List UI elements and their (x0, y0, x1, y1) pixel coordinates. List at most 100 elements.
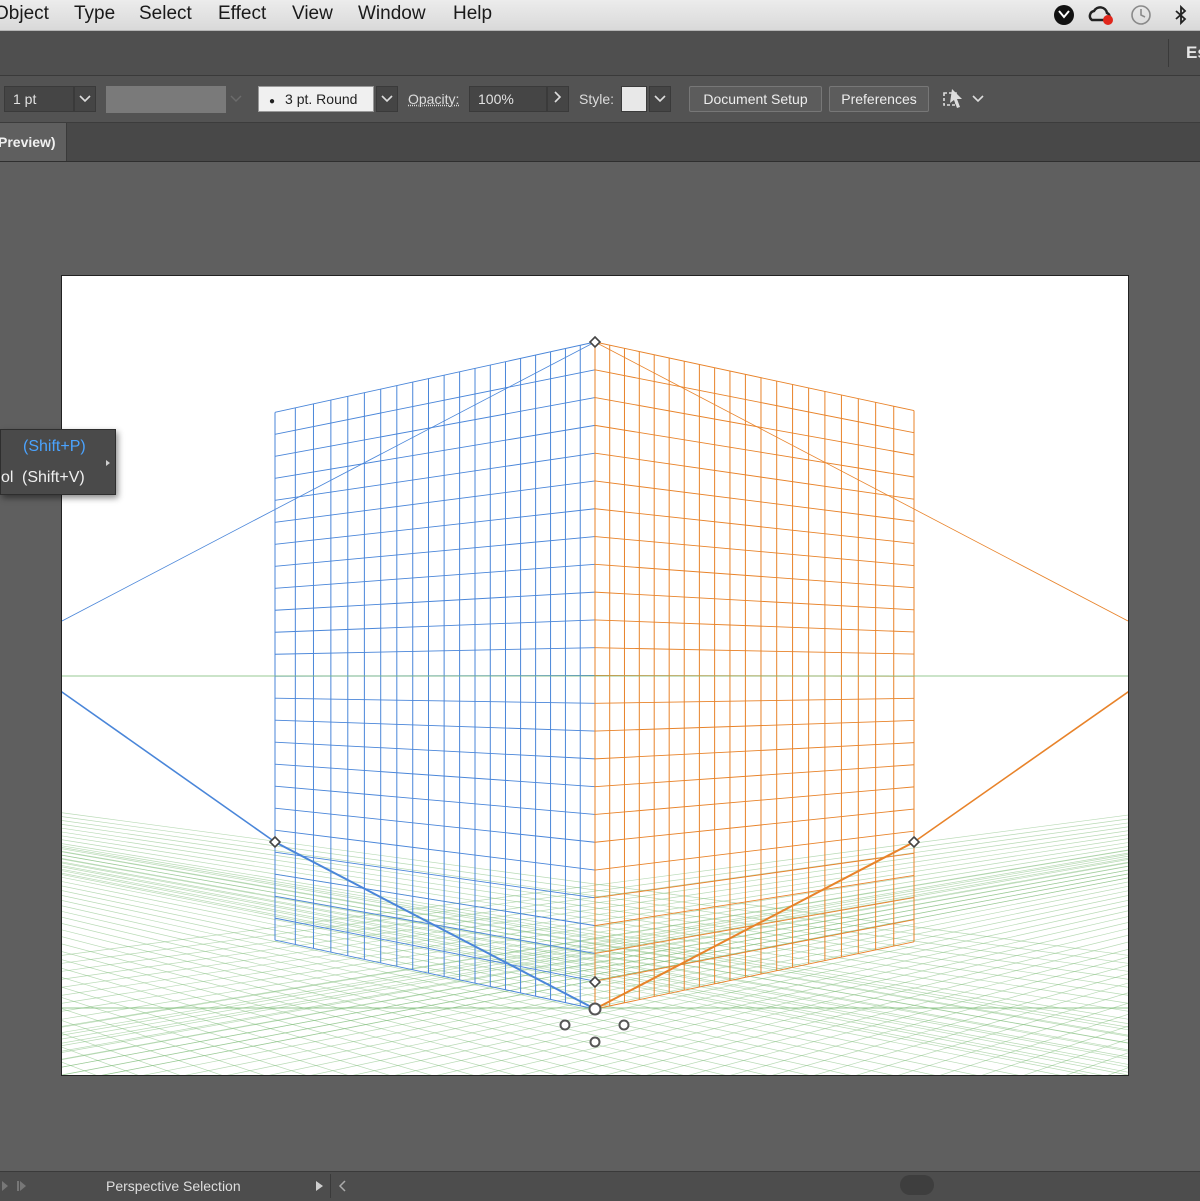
menu-view[interactable]: View (292, 3, 333, 25)
graphic-style-dropdown[interactable] (649, 86, 671, 112)
flyout-shortcut: (Shift+V) (22, 469, 85, 486)
left-grid-horizontal (274, 719, 596, 732)
submenu-arrow-icon (106, 460, 110, 466)
right-grid-horizontal (594, 619, 915, 633)
menu-help[interactable]: Help (453, 3, 492, 25)
ground-grid-line (62, 923, 684, 1075)
right-grid-extent-handle[interactable] (907, 835, 921, 849)
time-machine-icon[interactable] (1130, 4, 1152, 26)
left-grid-horizontal (274, 452, 596, 501)
right-grid-horizontal (594, 697, 915, 704)
artboard-nav-icon[interactable] (0, 1180, 32, 1192)
right-plane-control-handle[interactable] (618, 1019, 630, 1031)
ground-grid-line (62, 872, 1103, 1075)
ground-grid-line (646, 949, 1128, 1075)
left-plane-control-handle[interactable] (559, 1019, 571, 1031)
ground-grid-line (856, 992, 1128, 1075)
flyout-item-perspective-grid[interactable]: (Shift+P) (1, 431, 101, 461)
chevron-down-icon[interactable] (972, 95, 984, 103)
brush-definition-field[interactable]: ● 3 pt. Round (258, 86, 374, 112)
horizontal-plane-control-handle[interactable] (589, 1036, 601, 1048)
chevron-right-icon (554, 91, 562, 103)
vertical-grid-extent-handle[interactable] (588, 335, 602, 349)
right-grid-horizontal (594, 786, 915, 815)
brush-definition-label: 3 pt. Round (285, 91, 358, 107)
brush-dot-icon: ● (269, 96, 276, 107)
chevron-down-icon (381, 95, 393, 103)
opacity-field[interactable]: 100% (469, 86, 547, 112)
right-base-line (913, 691, 1128, 843)
left-grid-horizontal (274, 397, 596, 457)
stroke-weight-dropdown[interactable] (74, 86, 96, 112)
left-grid-horizontal (274, 807, 596, 843)
left-grid-horizontal (274, 480, 596, 523)
chevron-down-icon (654, 95, 666, 103)
divider (330, 1174, 331, 1198)
menu-select[interactable]: Select (139, 3, 192, 25)
left-grid-horizontal (274, 697, 596, 704)
chevron-left-icon[interactable] (338, 1179, 348, 1193)
opacity-label[interactable]: Opacity: (408, 91, 459, 107)
left-vanishing-ray (62, 341, 596, 622)
left-grid-horizontal (274, 763, 596, 788)
ground-grid-line (1065, 1052, 1128, 1075)
control-bar: 1 pt ● 3 pt. Round Opacity: 100% Style: D… (0, 76, 1200, 123)
ground-grid-line (62, 911, 768, 1075)
workspace-switcher[interactable]: Es (1186, 43, 1200, 63)
left-grid-horizontal (274, 424, 596, 479)
creative-cloud-icon[interactable] (1088, 4, 1116, 26)
right-vanishing-ray (594, 341, 1128, 622)
left-grid-horizontal (274, 508, 596, 545)
play-icon[interactable] (315, 1180, 325, 1192)
ground-grid-line (772, 973, 1128, 1075)
menu-window[interactable]: Window (358, 3, 426, 25)
grid-cell-size-handle[interactable] (588, 975, 602, 989)
left-grid-horizontal (274, 619, 596, 633)
variable-width-profile[interactable] (106, 86, 226, 113)
right-grid-horizontal (594, 452, 915, 500)
opacity-popup-button[interactable] (547, 86, 569, 112)
preferences-button[interactable]: Preferences (829, 86, 929, 112)
right-grid-horizontal (594, 941, 915, 1010)
menu-effect[interactable]: Effect (218, 3, 266, 25)
chevron-down-icon (79, 95, 91, 103)
divider (1168, 39, 1169, 67)
right-grid-horizontal (594, 591, 915, 611)
left-grid-horizontal (274, 873, 596, 927)
ground-grid-line (478, 922, 1128, 1075)
left-base-line (62, 691, 276, 843)
arrange-documents-icon[interactable] (940, 85, 968, 113)
menu-object[interactable]: Object (0, 3, 49, 25)
profile-dropdown[interactable] (230, 90, 246, 108)
left-grid-horizontal (274, 741, 596, 760)
status-tool-label: Perspective Selection (106, 1178, 241, 1194)
cursor-badge-icon[interactable] (1053, 4, 1075, 26)
flyout-item-label: ol (1, 469, 14, 486)
ground-grid-line (62, 900, 852, 1075)
right-grid-horizontal (594, 720, 915, 732)
left-grid-horizontal (274, 647, 596, 655)
flyout-item-perspective-selection[interactable]: ol (Shift+V) (1, 463, 101, 493)
menu-type[interactable]: Type (74, 3, 115, 25)
stroke-weight-field[interactable]: 1 pt (4, 86, 74, 112)
right-grid-horizontal (594, 397, 915, 456)
horizontal-scroll-thumb[interactable] (900, 1175, 934, 1195)
artboard[interactable] (61, 275, 1129, 1076)
application-bar: Es (0, 31, 1200, 76)
brush-dropdown[interactable] (376, 86, 398, 112)
left-grid-horizontal (274, 536, 596, 567)
bluetooth-icon[interactable] (1170, 4, 1192, 26)
perspective-grid[interactable] (62, 276, 1128, 1075)
graphic-style-swatch[interactable] (621, 86, 647, 112)
right-grid-horizontal (594, 563, 915, 589)
ground-grid-line (227, 890, 1128, 1075)
ground-level-handle[interactable] (588, 1002, 602, 1016)
document-tab[interactable]: Preview) (0, 123, 67, 161)
right-grid-horizontal (594, 874, 915, 927)
right-grid-horizontal (594, 508, 915, 544)
document-setup-button[interactable]: Document Setup (689, 86, 822, 112)
right-grid-horizontal (594, 480, 915, 522)
right-grid-horizontal (594, 742, 915, 760)
left-grid-horizontal (274, 851, 596, 899)
right-grid-horizontal (594, 647, 915, 655)
